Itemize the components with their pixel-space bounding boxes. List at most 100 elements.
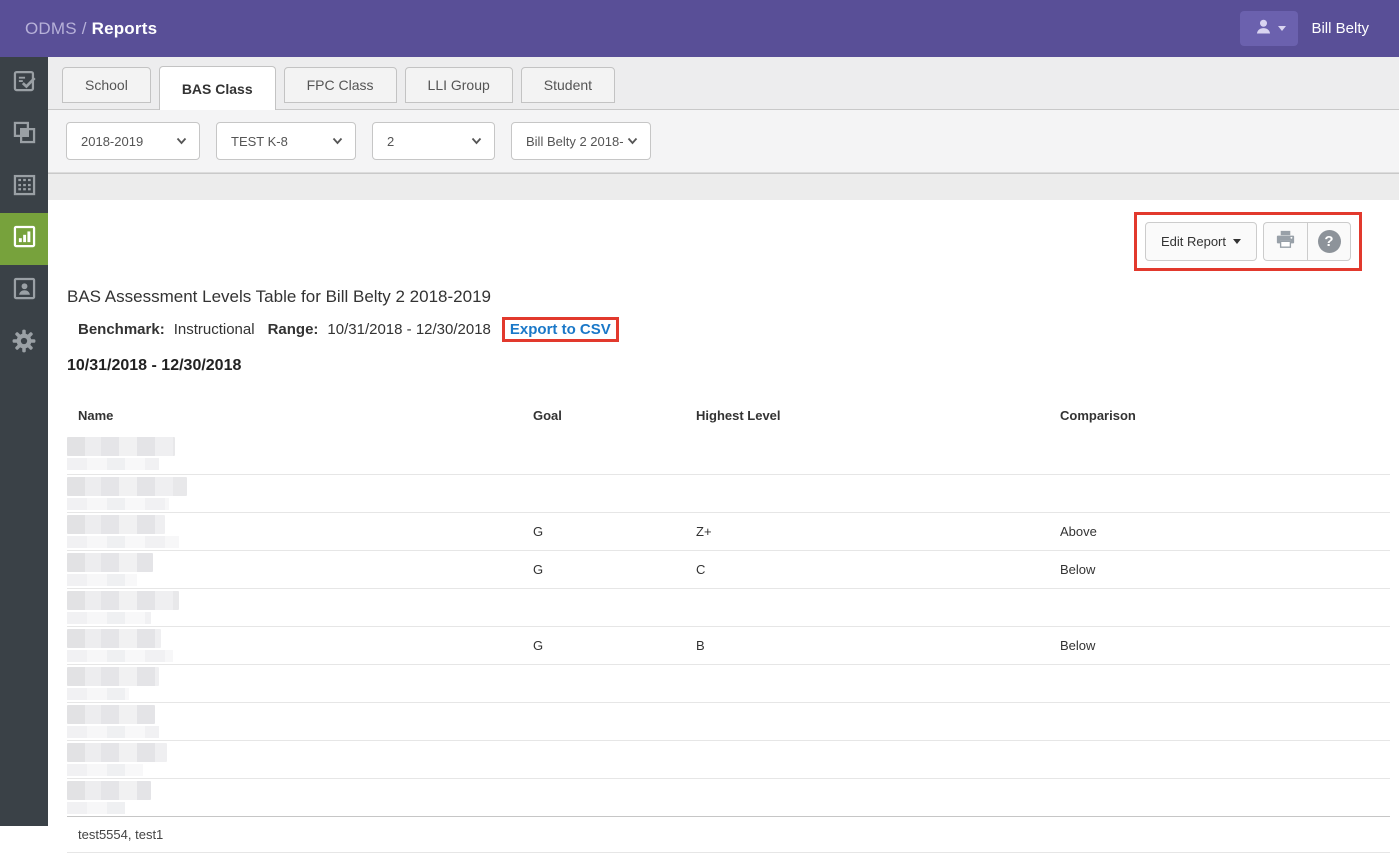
sidebar-item-reports[interactable] — [0, 213, 48, 265]
sidebar-item-settings[interactable] — [0, 317, 48, 369]
top-header: ODMS / Reports Bill Belty — [0, 0, 1399, 57]
breadcrumb: ODMS / Reports — [0, 19, 157, 39]
user-menu-button[interactable] — [1240, 11, 1298, 46]
export-annotation-box: Export to CSV — [502, 317, 619, 342]
table-header-row: Name Goal Highest Level Comparison — [67, 402, 1390, 433]
table-row — [67, 588, 1390, 626]
goal-value — [533, 664, 696, 702]
grade-select-value: 2 — [387, 134, 394, 149]
tab-lli-group[interactable]: LLI Group — [405, 67, 513, 103]
help-icon: ? — [1318, 230, 1341, 253]
sidebar-item-students[interactable] — [0, 265, 48, 317]
school-year-select[interactable]: 2018-2019 — [66, 122, 200, 160]
page-title: Reports — [92, 19, 158, 38]
table-footer-row: test5554, test1 — [67, 816, 1390, 852]
student-name-redacted — [67, 512, 533, 550]
tab-bas-class[interactable]: BAS Class — [159, 66, 276, 110]
toolbar-button-group: ? — [1263, 222, 1351, 261]
class-select-value: Bill Belty 2 2018- — [526, 134, 624, 149]
student-name-redacted — [67, 740, 533, 778]
printer-icon — [1274, 228, 1297, 256]
print-button[interactable] — [1263, 222, 1307, 261]
gear-icon — [10, 327, 38, 360]
class-select[interactable]: Bill Belty 2 2018- — [511, 122, 651, 160]
person-card-icon — [11, 275, 38, 307]
highest-level-value — [696, 474, 1060, 512]
comparison-value — [1060, 702, 1390, 740]
comparison-value: Below — [1060, 550, 1390, 588]
table-row — [67, 778, 1390, 816]
sidebar — [0, 57, 48, 826]
student-name-redacted — [67, 588, 533, 626]
table-row — [67, 702, 1390, 740]
highest-level-value: C — [696, 550, 1060, 588]
range-label: Range: — [268, 321, 319, 338]
comparison-value — [1060, 740, 1390, 778]
goal-value — [533, 702, 696, 740]
student-name-redacted — [67, 664, 533, 702]
tab-student[interactable]: Student — [521, 67, 615, 103]
highest-level-value — [696, 778, 1060, 816]
app-name: ODMS — [25, 19, 77, 38]
highest-level-value — [696, 433, 1060, 474]
sidebar-item-classes[interactable] — [0, 109, 48, 161]
comparison-value: Above — [1060, 512, 1390, 550]
goal-value — [533, 588, 696, 626]
goal-value — [533, 740, 696, 778]
report-content: Edit Report ? — [48, 200, 1399, 826]
student-name-redacted — [67, 702, 533, 740]
benchmark-label: Benchmark: — [78, 321, 165, 338]
benchmark-row: Benchmark: Instructional Range: 10/31/20… — [67, 317, 1399, 342]
tab-bar: SchoolBAS ClassFPC ClassLLI GroupStudent — [48, 57, 1399, 110]
sidebar-item-calendar[interactable] — [0, 161, 48, 213]
filter-bar: 2018-2019 TEST K-8 2 Bill Belty 2 2018- — [48, 110, 1399, 173]
clipboard-check-icon — [11, 67, 38, 99]
column-header-goal: Goal — [533, 402, 696, 433]
student-name-redacted — [67, 433, 533, 474]
highest-level-value — [696, 702, 1060, 740]
tab-school[interactable]: School — [62, 67, 151, 103]
highest-level-value — [696, 588, 1060, 626]
goal-value — [533, 474, 696, 512]
grade-select[interactable]: 2 — [372, 122, 495, 160]
divider-band — [48, 173, 1399, 200]
benchmark-value: Instructional — [174, 321, 255, 338]
goal-value — [533, 778, 696, 816]
comparison-value — [1060, 433, 1390, 474]
comparison-value — [1060, 474, 1390, 512]
comparison-value — [1060, 588, 1390, 626]
table-row — [67, 740, 1390, 778]
edit-report-label: Edit Report — [1161, 234, 1226, 249]
comparison-value: Below — [1060, 626, 1390, 664]
student-name-redacted — [67, 778, 533, 816]
school-select[interactable]: TEST K-8 — [216, 122, 356, 160]
edit-report-button[interactable]: Edit Report — [1145, 222, 1257, 261]
table-row — [67, 664, 1390, 702]
student-name-redacted — [67, 550, 533, 588]
column-header-highest-level: Highest Level — [696, 402, 1060, 433]
goal-value: G — [533, 626, 696, 664]
goal-value — [533, 433, 696, 474]
table-row: GBBelow — [67, 626, 1390, 664]
sidebar-item-assessments[interactable] — [0, 57, 48, 109]
bar-chart-icon — [11, 223, 38, 255]
chevron-down-icon — [1233, 239, 1241, 244]
breadcrumb-separator: / — [77, 19, 92, 38]
export-to-csv-link[interactable]: Export to CSV — [510, 321, 611, 338]
table-row: GCBelow — [67, 550, 1390, 588]
date-range-heading: 10/31/2018 - 12/30/2018 — [67, 357, 1399, 375]
highest-level-value — [696, 664, 1060, 702]
highest-level-value — [696, 740, 1060, 778]
range-value: 10/31/2018 - 12/30/2018 — [327, 321, 490, 338]
main-area: SchoolBAS ClassFPC ClassLLI GroupStudent… — [48, 57, 1399, 826]
column-header-name: Name — [67, 402, 533, 433]
help-button[interactable]: ? — [1307, 222, 1351, 261]
assessment-levels-table: Name Goal Highest Level Comparison GZ+Ab… — [67, 402, 1390, 853]
tab-fpc-class[interactable]: FPC Class — [284, 67, 397, 103]
user-name: Bill Belty — [1311, 20, 1369, 37]
overlapping-squares-icon — [11, 119, 38, 151]
table-footer-text: test5554, test1 — [67, 816, 1390, 852]
school-year-select-value: 2018-2019 — [81, 134, 143, 149]
comparison-value — [1060, 664, 1390, 702]
student-name-redacted — [67, 474, 533, 512]
